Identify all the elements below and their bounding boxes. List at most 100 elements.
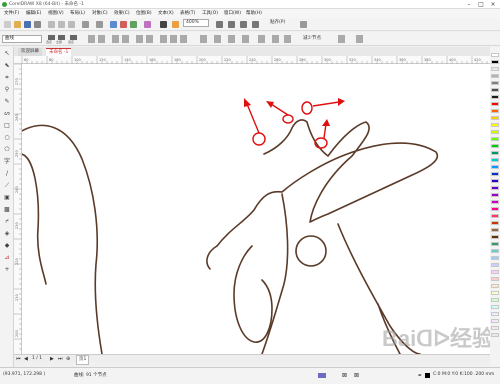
to-curve-icon[interactable] xyxy=(146,35,153,43)
palette-swatch[interactable] xyxy=(491,137,499,141)
palette-swatch[interactable] xyxy=(491,151,499,155)
smooth-node-icon[interactable] xyxy=(170,35,177,43)
fill-none-icon[interactable]: ⊠ xyxy=(342,372,347,379)
palette-swatch[interactable] xyxy=(491,200,499,204)
break-curve-icon[interactable] xyxy=(122,35,129,43)
palette-swatch[interactable] xyxy=(491,305,499,309)
text-tool-icon[interactable]: 字 xyxy=(3,158,11,166)
palette-swatch[interactable] xyxy=(491,333,499,337)
object-type-combo[interactable]: 曲线 xyxy=(2,35,42,43)
menu-help[interactable]: 帮助(H) xyxy=(246,10,262,16)
palette-swatch[interactable] xyxy=(491,81,499,85)
palette-swatch[interactable] xyxy=(491,102,499,106)
minimize-button[interactable]: – xyxy=(463,0,475,9)
palette-swatch[interactable] xyxy=(491,326,499,330)
menu-tools[interactable]: 工具(O) xyxy=(202,10,218,16)
node-select-button[interactable]: 选定 xyxy=(46,35,55,44)
menu-file[interactable]: 文件(F) xyxy=(4,10,19,16)
select-all-nodes-icon[interactable] xyxy=(356,35,363,43)
new-document-icon[interactable] xyxy=(4,21,11,28)
last-page-icon[interactable]: ⏭ xyxy=(58,355,63,363)
palette-swatch[interactable] xyxy=(491,158,499,162)
paste-icon[interactable] xyxy=(68,21,75,28)
node-selected-button[interactable]: 选定 xyxy=(68,35,77,44)
show-rulers-icon[interactable] xyxy=(228,21,235,28)
smoothness-slider-icon[interactable] xyxy=(338,35,345,43)
palette-swatch[interactable] xyxy=(491,130,499,134)
vertical-ruler[interactable]: 270 260 250 240 230 220 210 200 xyxy=(14,63,22,354)
palette-swatch[interactable] xyxy=(491,319,499,323)
zoom-level-select[interactable]: 400% xyxy=(183,19,209,27)
snap-to-dropdown[interactable]: 贴齐(P) xyxy=(270,19,294,27)
pick-tool-icon[interactable]: ↖ xyxy=(3,50,11,58)
menu-bitmaps[interactable]: 位图(B) xyxy=(136,10,152,16)
add-page-icon[interactable]: ⊕ xyxy=(66,355,70,363)
cut-icon[interactable] xyxy=(48,21,55,28)
close-button[interactable]: × xyxy=(487,0,499,9)
smart-fill-tool-icon[interactable]: ◆ xyxy=(3,242,11,250)
palette-swatch[interactable] xyxy=(491,312,499,316)
menu-window[interactable]: 窗口(W) xyxy=(224,10,241,16)
menu-effects[interactable]: 效果(C) xyxy=(114,10,130,16)
delete-node-icon[interactable] xyxy=(98,35,105,43)
next-page-icon[interactable]: ▶ xyxy=(50,355,54,363)
app-launcher-icon[interactable] xyxy=(172,21,179,28)
shape-tool-icon[interactable]: ⬉ xyxy=(3,62,11,70)
palette-swatch[interactable] xyxy=(491,207,499,211)
palette-swatch[interactable] xyxy=(491,116,499,120)
palette-swatch[interactable] xyxy=(491,60,499,64)
join-nodes-icon[interactable] xyxy=(112,35,119,43)
publish-pdf-icon[interactable] xyxy=(144,21,151,28)
redo-icon[interactable] xyxy=(96,21,103,28)
palette-swatch[interactable] xyxy=(491,95,499,99)
copy-icon[interactable] xyxy=(58,21,65,28)
rectangle-tool-icon[interactable]: □ xyxy=(3,122,11,130)
search-content-icon[interactable] xyxy=(110,21,117,28)
artistic-media-tool-icon[interactable]: ᔕ xyxy=(3,110,11,118)
tab-untitled-1[interactable]: 未命名 -1 xyxy=(46,48,72,56)
connector-tool-icon[interactable]: ⟋ xyxy=(3,182,11,190)
to-line-icon[interactable] xyxy=(136,35,143,43)
options-icon[interactable] xyxy=(300,21,307,28)
horizontal-ruler[interactable]: 60 80 100 120 140 160 180 200 220 240 260 280 300 320… xyxy=(14,56,500,64)
node-all-button[interactable]: 全部 xyxy=(56,35,65,44)
freehand-tool-icon[interactable]: ✎ xyxy=(3,98,11,106)
eyedropper-tool-icon[interactable]: ⌿ xyxy=(3,218,11,226)
palette-swatch[interactable] xyxy=(491,298,499,302)
stretch-nodes-icon[interactable] xyxy=(228,35,235,43)
palette-swatch[interactable] xyxy=(491,172,499,176)
palette-swatch[interactable] xyxy=(491,88,499,92)
import-icon[interactable] xyxy=(120,21,127,28)
palette-swatch[interactable] xyxy=(491,228,499,232)
add-node-icon[interactable] xyxy=(88,35,95,43)
palette-swatch[interactable] xyxy=(491,193,499,197)
menu-edit[interactable]: 编辑(E) xyxy=(26,10,41,16)
menu-view[interactable]: 视图(V) xyxy=(48,10,64,16)
palette-swatch[interactable] xyxy=(491,165,499,169)
outline-color-swatch[interactable] xyxy=(425,373,430,378)
symmetrical-node-icon[interactable] xyxy=(180,35,187,43)
page-tab[interactable]: 页1 xyxy=(76,355,90,365)
palette-swatch[interactable] xyxy=(491,74,499,78)
palette-swatch[interactable] xyxy=(491,242,499,246)
extend-curve-icon[interactable] xyxy=(214,35,221,43)
print-icon[interactable] xyxy=(34,21,41,28)
full-screen-preview-icon[interactable] xyxy=(216,21,223,28)
cusp-node-icon[interactable] xyxy=(160,35,167,43)
palette-swatch[interactable] xyxy=(491,179,499,183)
palette-swatch[interactable] xyxy=(491,256,499,260)
drop-shadow-tool-icon[interactable]: ▣ xyxy=(3,194,11,202)
open-folder-icon[interactable] xyxy=(14,21,21,28)
fullscreen-icon[interactable] xyxy=(160,21,167,28)
tab-welcome[interactable]: 欢迎屏幕 xyxy=(18,48,42,56)
palette-swatch[interactable] xyxy=(491,186,499,190)
palette-swatch[interactable] xyxy=(491,214,499,218)
palette-swatch[interactable] xyxy=(491,235,499,239)
palette-swatch[interactable] xyxy=(491,277,499,281)
undo-icon[interactable] xyxy=(82,21,89,28)
reverse-direction-icon[interactable] xyxy=(200,35,207,43)
prev-page-icon[interactable]: ◀ xyxy=(24,355,28,363)
mirror-horizontal-icon[interactable] xyxy=(272,35,279,43)
ellipse-tool-icon[interactable]: ○ xyxy=(3,134,11,142)
add-tool-icon[interactable]: + xyxy=(3,266,11,274)
